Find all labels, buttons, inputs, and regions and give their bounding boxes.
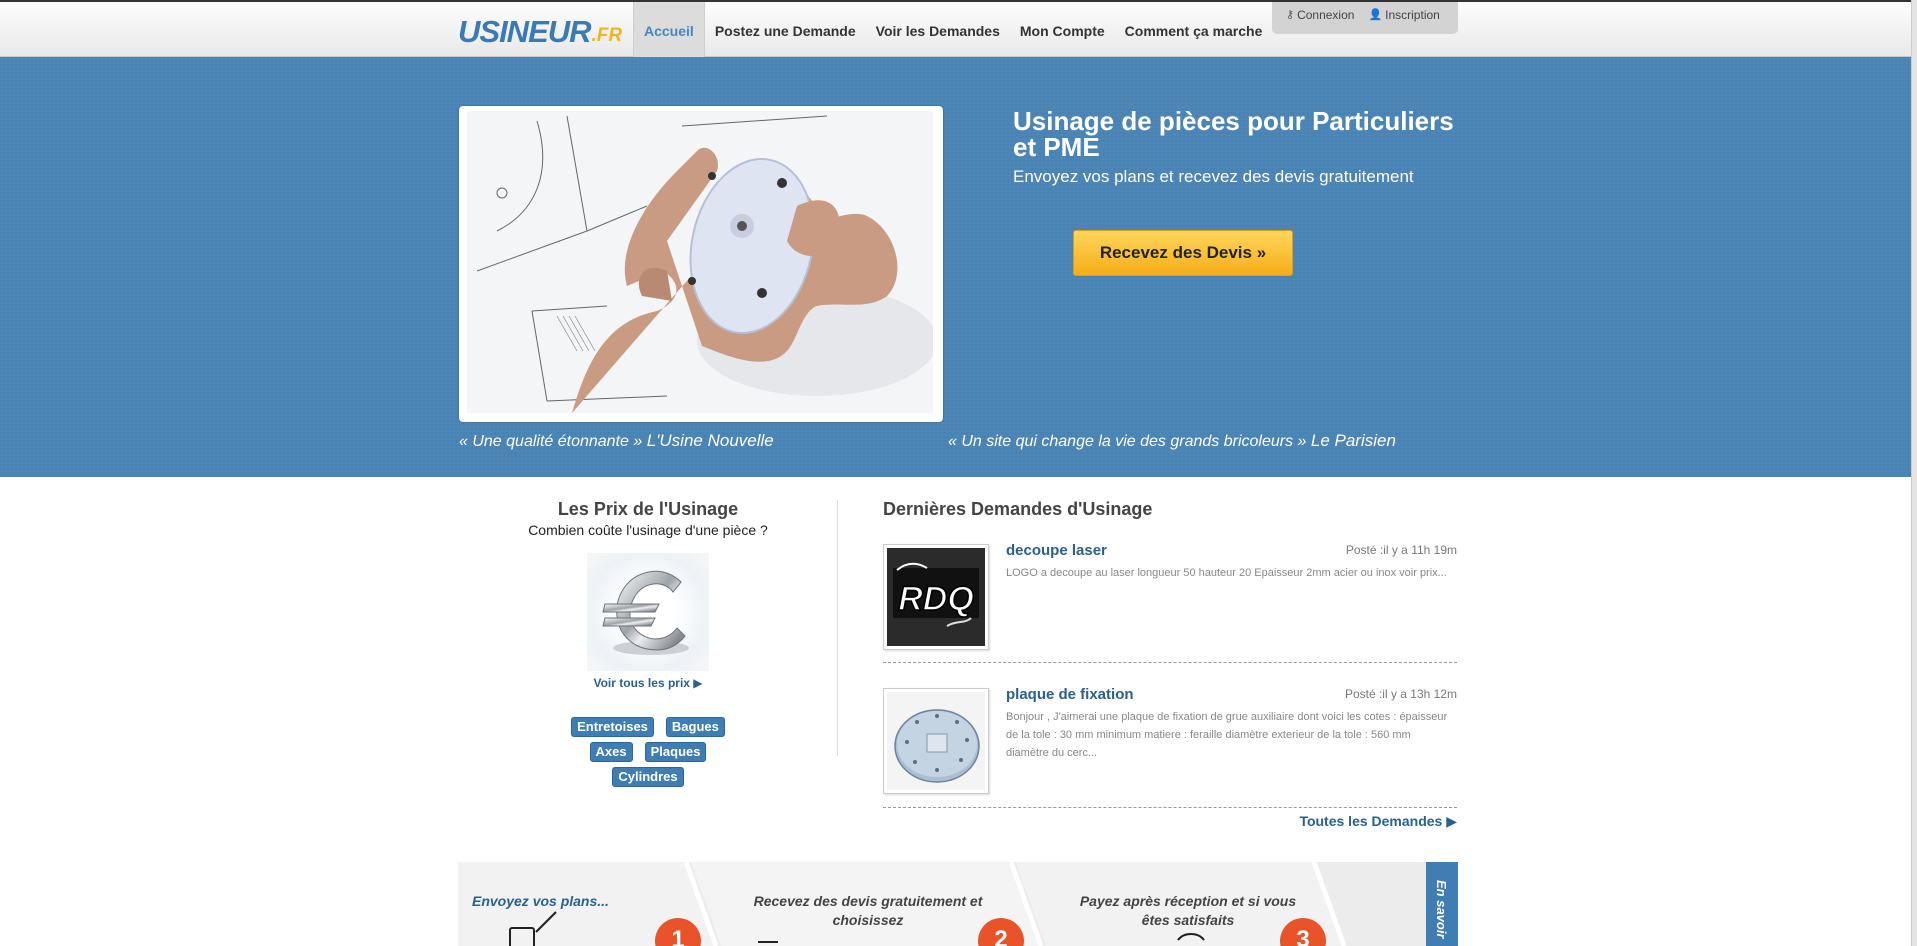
price-tags: Entretoises Bagues Axes Plaques Cylindre…: [458, 717, 838, 787]
step-2-text: Recevez des devis gratuitement et choisi…: [753, 893, 983, 928]
hero-banner: Usinage de pièces pour Particuliers et P…: [0, 57, 1917, 477]
all-requests-link[interactable]: Toutes les Demandes ▶: [1299, 813, 1457, 830]
learn-more-label: En savoir: [1434, 880, 1449, 939]
signup-link[interactable]: 👤 Inscription: [1368, 7, 1439, 22]
login-link[interactable]: ⚷ Connexion: [1286, 7, 1354, 22]
request-thumbnail[interactable]: [883, 688, 989, 794]
login-label: Connexion: [1297, 7, 1355, 22]
request-title[interactable]: plaque de fixation: [1006, 686, 1134, 703]
quote-source: L'Usine Nouvelle: [646, 431, 774, 450]
hero-title: Usinage de pièces pour Particuliers et P…: [1013, 106, 1454, 162]
nav-item-comment-ca-marche[interactable]: Comment ça marche: [1115, 2, 1273, 57]
prices-title: Les Prix de l'Usinage: [557, 499, 739, 519]
page-scrollbar[interactable]: [1911, 0, 1917, 946]
euro-icon[interactable]: [587, 553, 709, 671]
hero-subtitle: Envoyez vos plans et recevez des devis g…: [1013, 167, 1414, 186]
step-3-text: Payez après réception et si vous êtes sa…: [1079, 893, 1297, 928]
main-menu: Accueil Postez une Demande Voir les Dema…: [633, 2, 1272, 57]
logo-tld-text: .FR: [591, 25, 623, 46]
hero-illustration: [467, 111, 933, 413]
quote-source: Le Parisien: [1310, 431, 1396, 450]
user-icon: 👤: [1368, 9, 1383, 21]
nav-item-mon-compte[interactable]: Mon Compte: [1010, 2, 1115, 57]
hero-photo: [459, 106, 943, 422]
auth-box: ⚷ Connexion 👤 Inscription: [1272, 2, 1458, 34]
signup-label: Inscription: [1385, 7, 1440, 22]
tag-bagues[interactable]: Bagues: [665, 717, 725, 737]
how-it-works-strip: Envoyez vos plans... Recevez des devis g…: [458, 862, 1458, 946]
tag-plaques[interactable]: Plaques: [644, 742, 707, 762]
column-divider: [837, 500, 838, 756]
step-1-text: Envoyez vos plans...: [472, 893, 609, 909]
request-thumbnail[interactable]: RDQ: [883, 544, 989, 650]
quote-text: « Un site qui change la vie des grands b…: [948, 433, 1311, 450]
see-all-prices-link[interactable]: Voir tous les prix ▶: [458, 676, 838, 690]
request-posted-time: Posté :il y a 11h 19m: [1345, 543, 1457, 557]
learn-more-tab[interactable]: En savoir: [1426, 862, 1458, 946]
request-description: Bonjour , J'aimerai une plaque de fixati…: [1006, 711, 1448, 759]
press-quote-usine-nouvelle: « Une qualité étonnante » L'Usine Nouvel…: [459, 431, 774, 451]
tag-cylindres[interactable]: Cylindres: [612, 767, 684, 787]
press-quote-le-parisien: « Un site qui change la vie des grands b…: [948, 431, 1396, 451]
top-navbar: USINEUR .FR Accueil Postez une Demande V…: [0, 0, 1917, 57]
site-logo[interactable]: USINEUR .FR: [458, 14, 622, 48]
key-icon: ⚷: [1286, 9, 1295, 21]
request-title[interactable]: decoupe laser: [1006, 542, 1107, 559]
nav-item-postez-demande[interactable]: Postez une Demande: [705, 2, 866, 57]
request-description: LOGO a decoupe au laser longueur 50 haut…: [1006, 567, 1447, 579]
get-quotes-button[interactable]: Recevez des Devis »: [1073, 230, 1293, 276]
quote-text: « Une qualité étonnante »: [459, 433, 647, 450]
nav-item-voir-demandes[interactable]: Voir les Demandes: [866, 2, 1010, 57]
tag-axes[interactable]: Axes: [589, 742, 633, 762]
navbar-inner: USINEUR .FR Accueil Postez une Demande V…: [458, 2, 1458, 57]
tag-entretoises[interactable]: Entretoises: [571, 717, 654, 737]
request-posted-time: Posté :il y a 13h 12m: [1344, 687, 1457, 701]
nav-item-accueil[interactable]: Accueil: [633, 2, 705, 57]
prices-subtitle: Combien coûte l'usinage d'une pièce ?: [528, 522, 768, 538]
request-item: RDQ decoupe laser Posté :il y a 11h 19m …: [883, 542, 1457, 663]
thumb-logo-text: RDQ: [898, 580, 974, 618]
request-item: plaque de fixation Posté :il y a 13h 12m…: [883, 686, 1457, 808]
logo-main-text: USINEUR: [458, 14, 592, 49]
latest-requests-title: Dernières Demandes d'Usinage: [883, 499, 1153, 519]
